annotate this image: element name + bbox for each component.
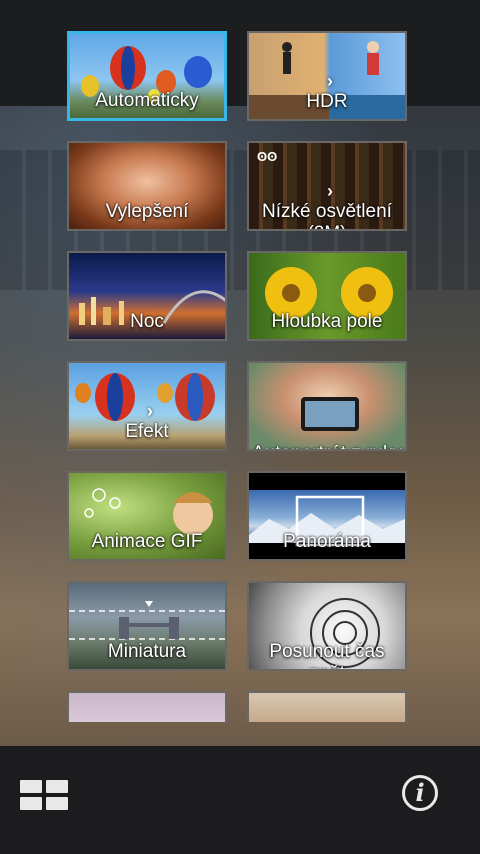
mode-tile-depth-of-field[interactable]: Hloubka pole: [247, 251, 407, 341]
mode-tile-hdr[interactable]: › HDR: [247, 31, 407, 121]
mode-label: Hloubka pole: [271, 311, 383, 332]
chevron-right-icon: ›: [327, 181, 333, 201]
chevron-right-icon: ›: [327, 71, 333, 91]
mode-label: Vylepšení: [105, 201, 189, 222]
camera-mode-grid: Automaticky › HDR Vylepšení ʘʘ › Nízké o…: [0, 0, 480, 722]
mode-tile-effect[interactable]: › Efekt: [67, 361, 227, 451]
partial-thumbnail: [249, 693, 405, 722]
info-icon[interactable]: i: [402, 775, 438, 811]
mode-tile-panorama[interactable]: Panoráma: [247, 471, 407, 561]
mode-tile-partial[interactable]: [247, 691, 407, 722]
mode-label: Noc: [130, 311, 164, 332]
mode-label: HDR: [306, 91, 348, 112]
mode-tile-time-rewind[interactable]: Posunout čas zpět: [247, 581, 407, 671]
mode-tile-selfie[interactable]: Autoportrét z ruky: [247, 361, 407, 451]
selfie-thumbnail: [249, 363, 405, 449]
mode-tile-auto[interactable]: Automaticky: [67, 31, 227, 121]
mode-label: Miniatura: [107, 641, 187, 662]
mode-tile-gif[interactable]: Animace GIF: [67, 471, 227, 561]
mode-tile-low-light[interactable]: ʘʘ › Nízké osvětlení (2M): [247, 141, 407, 231]
mode-label: Automaticky: [95, 90, 199, 111]
mode-tile-beautification[interactable]: Vylepšení: [67, 141, 227, 231]
mode-label: Nízké osvětlení (2M): [262, 201, 392, 229]
mode-label: Animace GIF: [91, 531, 203, 552]
mode-tile-night[interactable]: Noc: [67, 251, 227, 341]
group-selfie-image: [301, 397, 359, 431]
mode-label: Panoráma: [283, 531, 371, 552]
chevron-right-icon: ›: [147, 401, 153, 421]
mode-tile-partial[interactable]: [67, 691, 227, 722]
owl-icon: ʘʘ: [257, 149, 278, 164]
mode-tile-miniature[interactable]: Miniatura: [67, 581, 227, 671]
mode-label: Efekt: [125, 421, 169, 442]
partial-thumbnail: [69, 693, 225, 722]
grid-view-icon[interactable]: [20, 780, 70, 812]
mode-label: Autoportrét z ruky: [249, 443, 405, 449]
mode-label: Posunout čas zpět: [269, 641, 385, 669]
